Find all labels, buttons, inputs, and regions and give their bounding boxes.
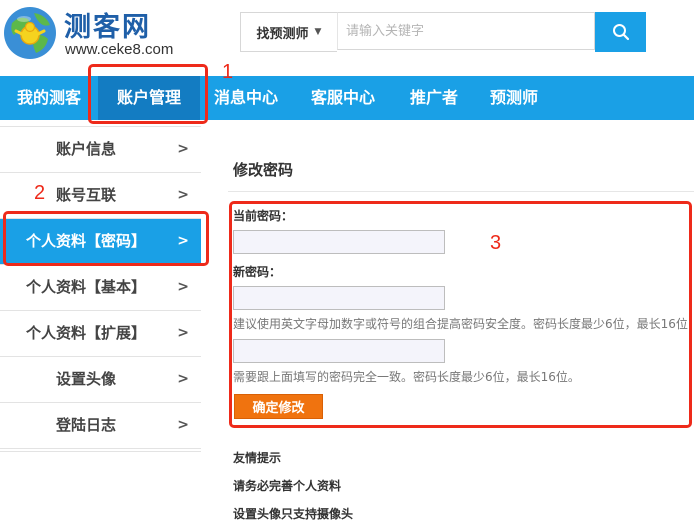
sidebar-item-label: 登陆日志 [55,416,116,434]
globe-logo-icon [4,7,56,59]
logo-url: www.ceke8.com [65,41,174,58]
search-icon [612,24,629,41]
nav-service-center[interactable]: 客服中心 [292,76,394,120]
search-button[interactable] [595,12,646,52]
header: 测客网 www.ceke8.com 找预测师 ▼ [0,0,694,74]
nav-my-ceke[interactable]: 我的测客 [0,76,98,120]
nav-promoter[interactable]: 推广者 [394,76,474,120]
caret-down-icon: ▼ [314,27,322,37]
annotation-box-2 [3,211,209,266]
annotation-box-1 [88,64,208,124]
annotation-box-3 [229,201,692,428]
chevron-right-icon: > [177,279,189,295]
page-title: 修改密码 [233,161,294,179]
logo-name: 测客网 [64,12,151,43]
tip-item: 设置头像只支持摄像头 [233,507,354,521]
sidebar-item-profile-extended[interactable]: 个人资料【扩展】 > [0,311,201,357]
title-divider [228,191,694,192]
sidebar-item-label: 个人资料【扩展】 [25,324,146,342]
nav-message-center[interactable]: 消息中心 [200,76,292,120]
tips-title: 友情提示 [233,451,282,465]
chevron-right-icon: > [177,371,189,387]
sidebar-item-label: 个人资料【基本】 [25,278,146,296]
site-logo[interactable]: 测客网 www.ceke8.com [2,3,252,65]
search-bar: 找预测师 ▼ [240,12,646,52]
sidebar-item-profile-basic[interactable]: 个人资料【基本】 > [0,265,201,311]
tip-item: 请务必完善个人资料 [233,479,342,493]
sidebar-item-label: 设置头像 [55,370,116,388]
search-type-label: 找预测师 [256,26,309,42]
annotation-number-3: 3 [490,232,502,254]
sidebar-item-account-info[interactable]: 账户信息 > [0,127,201,173]
sidebar-item-label: 账户信息 [55,140,116,158]
nav-predictor[interactable]: 预测师 [474,76,554,120]
annotation-number-1: 1 [222,61,234,83]
account-sidebar: 账户信息 > 账号互联 > 个人资料【密码】 > 个人资料【基本】 > 个人资料… [0,126,201,452]
annotation-number-2: 2 [34,182,46,204]
sidebar-item-set-avatar[interactable]: 设置头像 > [0,357,201,403]
sidebar-item-login-log[interactable]: 登陆日志 > [0,403,201,449]
search-input[interactable] [337,12,595,50]
chevron-right-icon: > [177,417,189,433]
chevron-right-icon: > [177,325,189,341]
search-type-select[interactable]: 找预测师 ▼ [240,12,337,52]
chevron-right-icon: > [177,141,189,157]
